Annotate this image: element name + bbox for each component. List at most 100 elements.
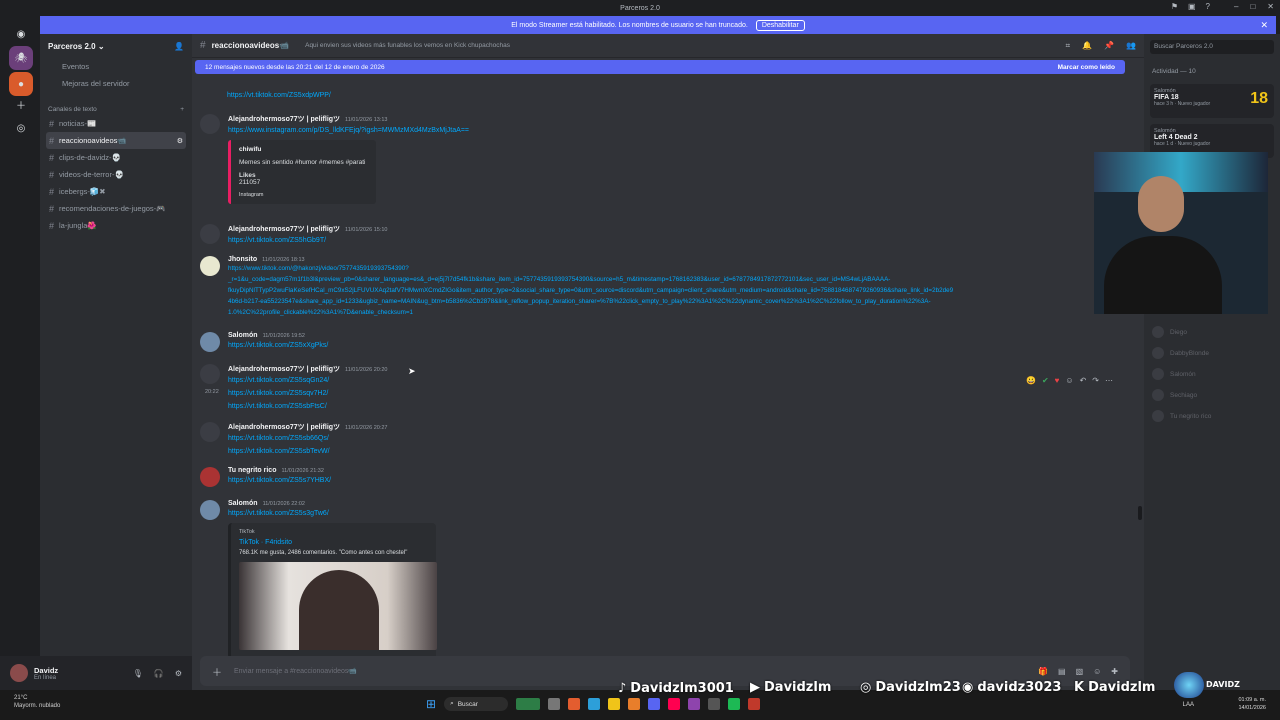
- embed-thumbnail[interactable]: [239, 562, 437, 650]
- taskbar-app-icon[interactable]: [516, 698, 541, 710]
- server-parceros-icon[interactable]: 🕷: [9, 46, 33, 70]
- avatar[interactable]: [200, 422, 220, 442]
- disable-button[interactable]: Deshabilitar: [755, 19, 805, 31]
- microphone-icon[interactable]: 🎙: [133, 669, 143, 678]
- message-author[interactable]: Alejandrohermoso77ツ | pelifligツ: [228, 364, 340, 374]
- flag-icon[interactable]: ⚑: [1171, 2, 1178, 11]
- minimize-icon[interactable]: –: [1234, 2, 1238, 11]
- reaction-heart-icon[interactable]: ♥: [1055, 376, 1060, 385]
- avatar[interactable]: [200, 224, 220, 244]
- server-header[interactable]: Parceros 2.0 ⌄ 👤: [40, 34, 192, 58]
- embed-title[interactable]: TikTok · F4ridsito: [239, 539, 428, 546]
- gear-icon[interactable]: ⚙: [177, 137, 183, 145]
- taskbar-discord-icon[interactable]: [648, 698, 661, 710]
- add-member-icon[interactable]: 👤: [174, 42, 184, 51]
- taskbar-app-icon[interactable]: [708, 698, 721, 710]
- taskbar-app-icon[interactable]: [748, 698, 761, 710]
- message-link[interactable]: https://vt.tiktok.com/ZS5s7YHBX/: [228, 477, 331, 484]
- message-link[interactable]: https://vt.tiktok.com/ZS5sbTevW/: [228, 448, 330, 455]
- close-banner-icon[interactable]: ✕: [1260, 20, 1268, 31]
- message-link[interactable]: https://vt.tiktok.com/ZS5s3gTw6/: [228, 510, 329, 517]
- reaction-smile-icon[interactable]: 😀: [1026, 376, 1036, 385]
- mark-read-button[interactable]: Marcar como leído: [1058, 64, 1115, 71]
- message-author[interactable]: Salomón: [228, 500, 258, 507]
- sidebar-item-events[interactable]: Eventos: [40, 58, 192, 75]
- new-messages-bar[interactable]: 12 mensajes nuevos desde las 20:21 del 1…: [195, 60, 1125, 74]
- activity-card[interactable]: Salomón FIFA 18 hace 3 h · Nuevo jugador…: [1150, 84, 1274, 118]
- pin-icon[interactable]: 📌: [1104, 41, 1114, 51]
- bell-icon[interactable]: 🔔: [1082, 41, 1092, 51]
- message-author[interactable]: Jhonsito: [228, 256, 257, 263]
- avatar[interactable]: [200, 332, 220, 352]
- message-link[interactable]: 1.0%2C%22profile_clickable%22%3A1%7D&ena…: [228, 307, 1108, 318]
- message-link[interactable]: _r=1&u_code=dagm57m1f1b3l&preview_pb=0&s…: [228, 274, 1108, 285]
- taskbar-spotify-icon[interactable]: [728, 698, 741, 710]
- avatar[interactable]: [200, 256, 220, 276]
- sidebar-item-boosts[interactable]: Mejoras del servidor: [40, 75, 192, 92]
- emoji-icon[interactable]: ☺: [1093, 667, 1101, 676]
- channel-la-jungla[interactable]: # la-jungla🌺: [46, 217, 186, 234]
- attach-plus-icon[interactable]: ＋: [212, 664, 222, 679]
- member-item[interactable]: Diego: [1152, 326, 1187, 338]
- sticker-icon[interactable]: ▧: [1076, 667, 1084, 676]
- add-reaction-icon[interactable]: ☺: [1065, 376, 1073, 385]
- taskbar-app-icon[interactable]: [608, 698, 621, 710]
- help-icon[interactable]: ?: [1206, 2, 1210, 11]
- message-link[interactable]: https://vt.tiktok.com/ZS5hGb9T/: [228, 237, 326, 244]
- channel-terror[interactable]: # videos-de-terror-💀: [46, 166, 186, 183]
- channel-clips[interactable]: # clips-de-davidz-💀: [46, 149, 186, 166]
- message-link[interactable]: https://www.tiktok.com/@hakonzj/video/75…: [228, 263, 1108, 274]
- taskbar-app-icon[interactable]: [688, 698, 701, 710]
- instagram-embed[interactable]: chiwifu Memes sin sentido #humor #memes …: [228, 140, 376, 204]
- weather-widget[interactable]: 21°C Mayorm. nublado: [14, 694, 60, 710]
- channel-recomendaciones[interactable]: # recomendaciones-de-juegos-🎮: [46, 200, 186, 217]
- headphones-icon[interactable]: 🎧: [154, 669, 164, 678]
- tiktok-embed[interactable]: TikTok TikTok · F4ridsito 768.1K me gust…: [228, 523, 437, 659]
- channel-topic[interactable]: Aqui envien sus videos más funables los …: [305, 42, 510, 49]
- scrollbar-thumb[interactable]: [1138, 506, 1142, 520]
- channel-noticias[interactable]: # noticias-📰: [46, 115, 186, 132]
- avatar[interactable]: [10, 664, 28, 682]
- taskbar-app-icon[interactable]: [588, 698, 601, 710]
- message-author[interactable]: Tu negrito rico: [228, 467, 276, 474]
- explore-icon[interactable]: ◎: [9, 116, 33, 140]
- category-text-channels[interactable]: Canales de texto +: [40, 92, 192, 115]
- add-server-icon[interactable]: ＋: [9, 92, 33, 116]
- system-clock[interactable]: 01:09 a. m. 14/01/2026: [1238, 696, 1266, 712]
- close-window-icon[interactable]: ✕: [1267, 2, 1274, 11]
- maximize-icon[interactable]: □: [1250, 2, 1255, 11]
- message-link[interactable]: https://vt.tiktok.com/ZS5sqv7H2/: [228, 390, 328, 397]
- gift-icon[interactable]: 🎁: [1038, 667, 1048, 676]
- language-indicator[interactable]: LAA: [1183, 702, 1194, 708]
- threads-icon[interactable]: ⌗: [1066, 41, 1071, 51]
- more-icon[interactable]: ⋯: [1105, 376, 1113, 385]
- windows-start-icon[interactable]: ⊞: [426, 697, 436, 711]
- settings-gear-icon[interactable]: ⚙: [175, 669, 182, 678]
- discord-icon[interactable]: ◉: [9, 22, 33, 46]
- message-link[interactable]: https://vt.tiktok.com/ZS5sqGn24/: [228, 377, 329, 384]
- message-link[interactable]: https://vt.tiktok.com/ZS5xXgPks/: [228, 342, 328, 349]
- add-channel-icon[interactable]: +: [180, 106, 184, 113]
- search-input[interactable]: Buscar Parceros 2.0: [1150, 40, 1274, 54]
- member-item[interactable]: Tu negrito rico: [1152, 410, 1211, 422]
- members-icon[interactable]: 👥: [1126, 41, 1136, 51]
- message-link[interactable]: https://www.instagram.com/p/DS_lldKFEjq/…: [228, 127, 469, 134]
- avatar[interactable]: [200, 114, 220, 134]
- message-link[interactable]: https://vt.tiktok.com/ZS5sb66Qs/: [228, 435, 329, 442]
- apps-icon[interactable]: ✚: [1111, 667, 1118, 676]
- message-link[interactable]: https://vt.tiktok.com/ZS5xdpWPP/: [227, 92, 331, 99]
- taskbar-app-icon[interactable]: [628, 698, 641, 710]
- taskbar-search[interactable]: ⌕ Buscar: [444, 697, 509, 711]
- reply-icon[interactable]: ↶: [1080, 376, 1087, 385]
- gif-icon[interactable]: ▤: [1058, 667, 1066, 676]
- forward-icon[interactable]: ↷: [1092, 376, 1099, 385]
- reaction-check-icon[interactable]: ✔: [1042, 376, 1049, 385]
- message-author[interactable]: Salomón: [228, 332, 258, 339]
- monitor-icon[interactable]: ▣: [1188, 2, 1196, 11]
- message-link[interactable]: fkuyDipNlTTypP2wuFlaKeSefHCal_mC9xS2jLFU…: [228, 285, 1108, 296]
- member-item[interactable]: Sechiago: [1152, 389, 1197, 401]
- avatar[interactable]: [200, 467, 220, 487]
- taskbar-app-icon[interactable]: [668, 698, 681, 710]
- channel-icebergs[interactable]: # icebergs-🧊✖: [46, 183, 186, 200]
- taskbar-app-icon[interactable]: [548, 698, 561, 710]
